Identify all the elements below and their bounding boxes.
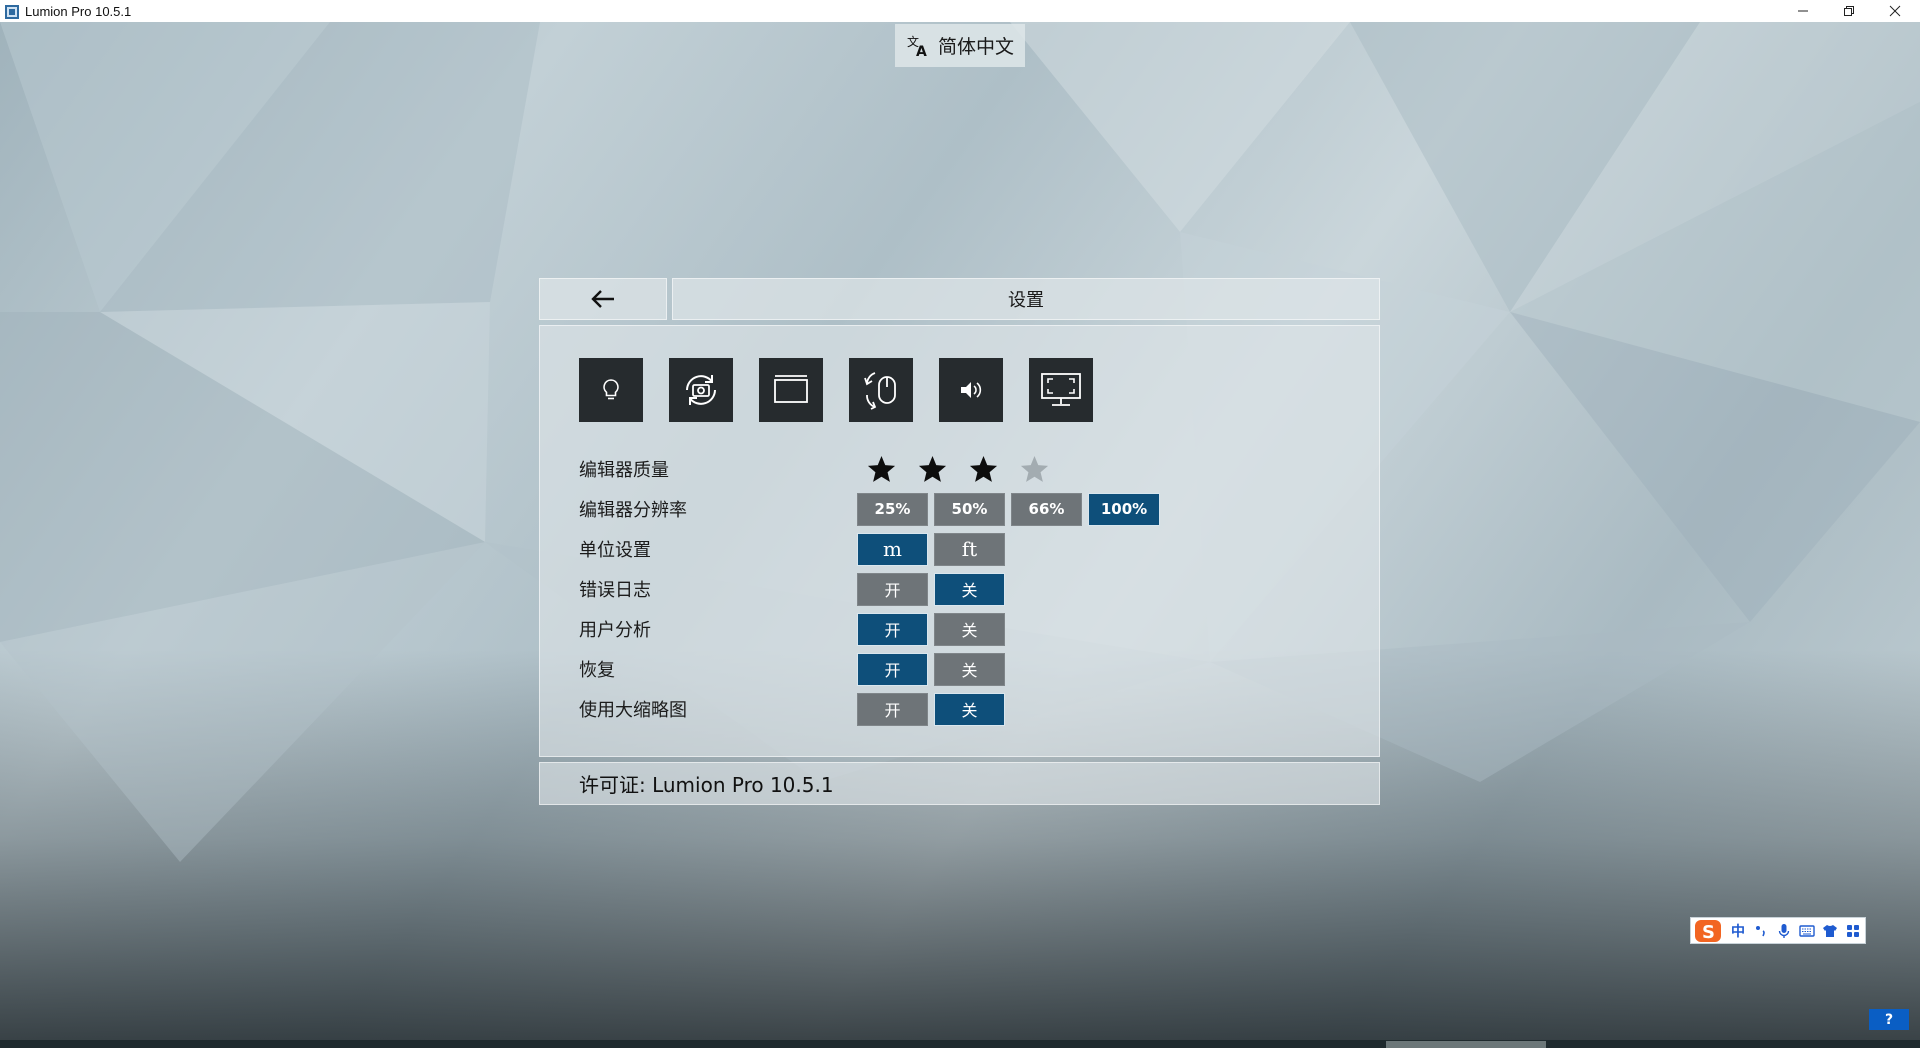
tab-camera[interactable]	[669, 358, 733, 422]
editor-quality-label: 编辑器质量	[579, 460, 669, 481]
language-button[interactable]: 文 A 简体中文	[895, 24, 1025, 67]
units-feet-button[interactable]: ft	[934, 532, 1005, 566]
star-filled-icon[interactable]	[968, 454, 999, 485]
lumion-app-icon	[5, 4, 19, 19]
tab-window[interactable]	[759, 358, 823, 422]
user-analytics-on-button[interactable]: 开	[857, 612, 928, 646]
restore-icon	[1844, 6, 1854, 16]
window-title: Lumion Pro 10.5.1	[25, 3, 132, 19]
ime-mode-indicator[interactable]: 中	[1730, 923, 1746, 940]
units-row: 单位设置 m ft	[579, 532, 1379, 566]
language-label: 简体中文	[937, 36, 1014, 58]
keyboard-icon[interactable]	[1799, 923, 1815, 939]
editor-resolution-label: 编辑器分辨率	[579, 500, 687, 521]
editor-quality-row: 编辑器质量	[579, 452, 1049, 486]
ime-toolbar: S 中	[1690, 917, 1866, 944]
user-analytics-row: 用户分析 开 关	[579, 612, 1379, 646]
error-log-row: 错误日志 开 关	[579, 572, 1379, 606]
user-analytics-label: 用户分析	[579, 620, 651, 641]
resolution-25-button[interactable]: 25%	[857, 492, 928, 526]
punctuation-icon[interactable]	[1753, 923, 1769, 939]
large-thumbnails-off-button[interactable]: 关	[934, 692, 1005, 726]
large-thumbnails-label: 使用大缩略图	[579, 700, 687, 721]
settings-header: 设置	[672, 278, 1380, 320]
sogou-logo[interactable]: S	[1693, 917, 1723, 944]
microphone-icon[interactable]	[1776, 923, 1792, 939]
back-button[interactable]	[539, 278, 667, 320]
resolution-66-button[interactable]: 66%	[1011, 492, 1082, 526]
svg-text:S: S	[1702, 922, 1715, 943]
lightbulb-icon	[603, 379, 619, 400]
toolbox-grid-icon[interactable]	[1845, 923, 1861, 939]
tab-sound[interactable]	[939, 358, 1003, 422]
help-button[interactable]: ?	[1869, 1009, 1909, 1030]
star-filled-icon[interactable]	[866, 454, 897, 485]
tab-lighting[interactable]	[579, 358, 643, 422]
tab-display[interactable]	[1029, 358, 1093, 422]
bottom-strip	[0, 1040, 1920, 1048]
editor-resolution-row: 编辑器分辨率 25% 50% 66% 100%	[579, 492, 1379, 526]
user-analytics-off-button[interactable]: 关	[934, 612, 1005, 646]
arrow-left-icon	[591, 290, 614, 308]
units-label: 单位设置	[579, 540, 651, 561]
settings-panel: 编辑器质量 编辑器分辨率 25% 50% 66% 100% 单位设置 m ft …	[539, 325, 1380, 757]
speaker-icon	[961, 382, 982, 398]
recovery-row: 恢复 开 关	[579, 652, 1379, 686]
settings-tab-row	[579, 358, 1093, 422]
recovery-off-button[interactable]: 关	[934, 652, 1005, 686]
minimize-icon	[1798, 10, 1808, 12]
quality-stars	[866, 452, 1050, 486]
tab-input-controls[interactable]	[849, 358, 913, 422]
window-icon	[774, 375, 808, 403]
large-thumbnails-row: 使用大缩略图 开 关	[579, 692, 1379, 726]
recovery-label: 恢复	[579, 660, 615, 681]
units-meters-button[interactable]: m	[857, 532, 928, 566]
resolution-50-button[interactable]: 50%	[934, 492, 1005, 526]
minimize-button[interactable]	[1780, 0, 1826, 22]
large-thumbnails-on-button[interactable]: 开	[857, 692, 928, 726]
star-empty-icon[interactable]	[1019, 454, 1050, 485]
star-filled-icon[interactable]	[917, 454, 948, 485]
page-title: 设置	[1008, 290, 1044, 311]
skin-shirt-icon[interactable]	[1822, 923, 1838, 939]
svg-text:A: A	[916, 44, 927, 58]
translate-icon: 文 A	[907, 34, 927, 58]
recovery-on-button[interactable]: 开	[857, 652, 928, 686]
error-log-off-button[interactable]: 关	[934, 572, 1005, 606]
license-bar: 许可证: Lumion Pro 10.5.1	[539, 762, 1380, 805]
fullscreen-monitor-icon	[1041, 373, 1081, 406]
restore-button[interactable]	[1826, 0, 1872, 22]
camera-rotate-icon	[686, 375, 716, 405]
mouse-rotate-icon	[864, 372, 896, 410]
error-log-on-button[interactable]: 开	[857, 572, 928, 606]
close-icon	[1889, 5, 1901, 17]
resolution-100-button[interactable]: 100%	[1088, 492, 1160, 526]
error-log-label: 错误日志	[579, 580, 651, 601]
bottom-scroll-thumb[interactable]	[1386, 1041, 1546, 1048]
window-title-bar: Lumion Pro 10.5.1	[0, 0, 1920, 22]
close-button[interactable]	[1872, 0, 1918, 22]
license-text: 许可证: Lumion Pro 10.5.1	[579, 773, 834, 797]
